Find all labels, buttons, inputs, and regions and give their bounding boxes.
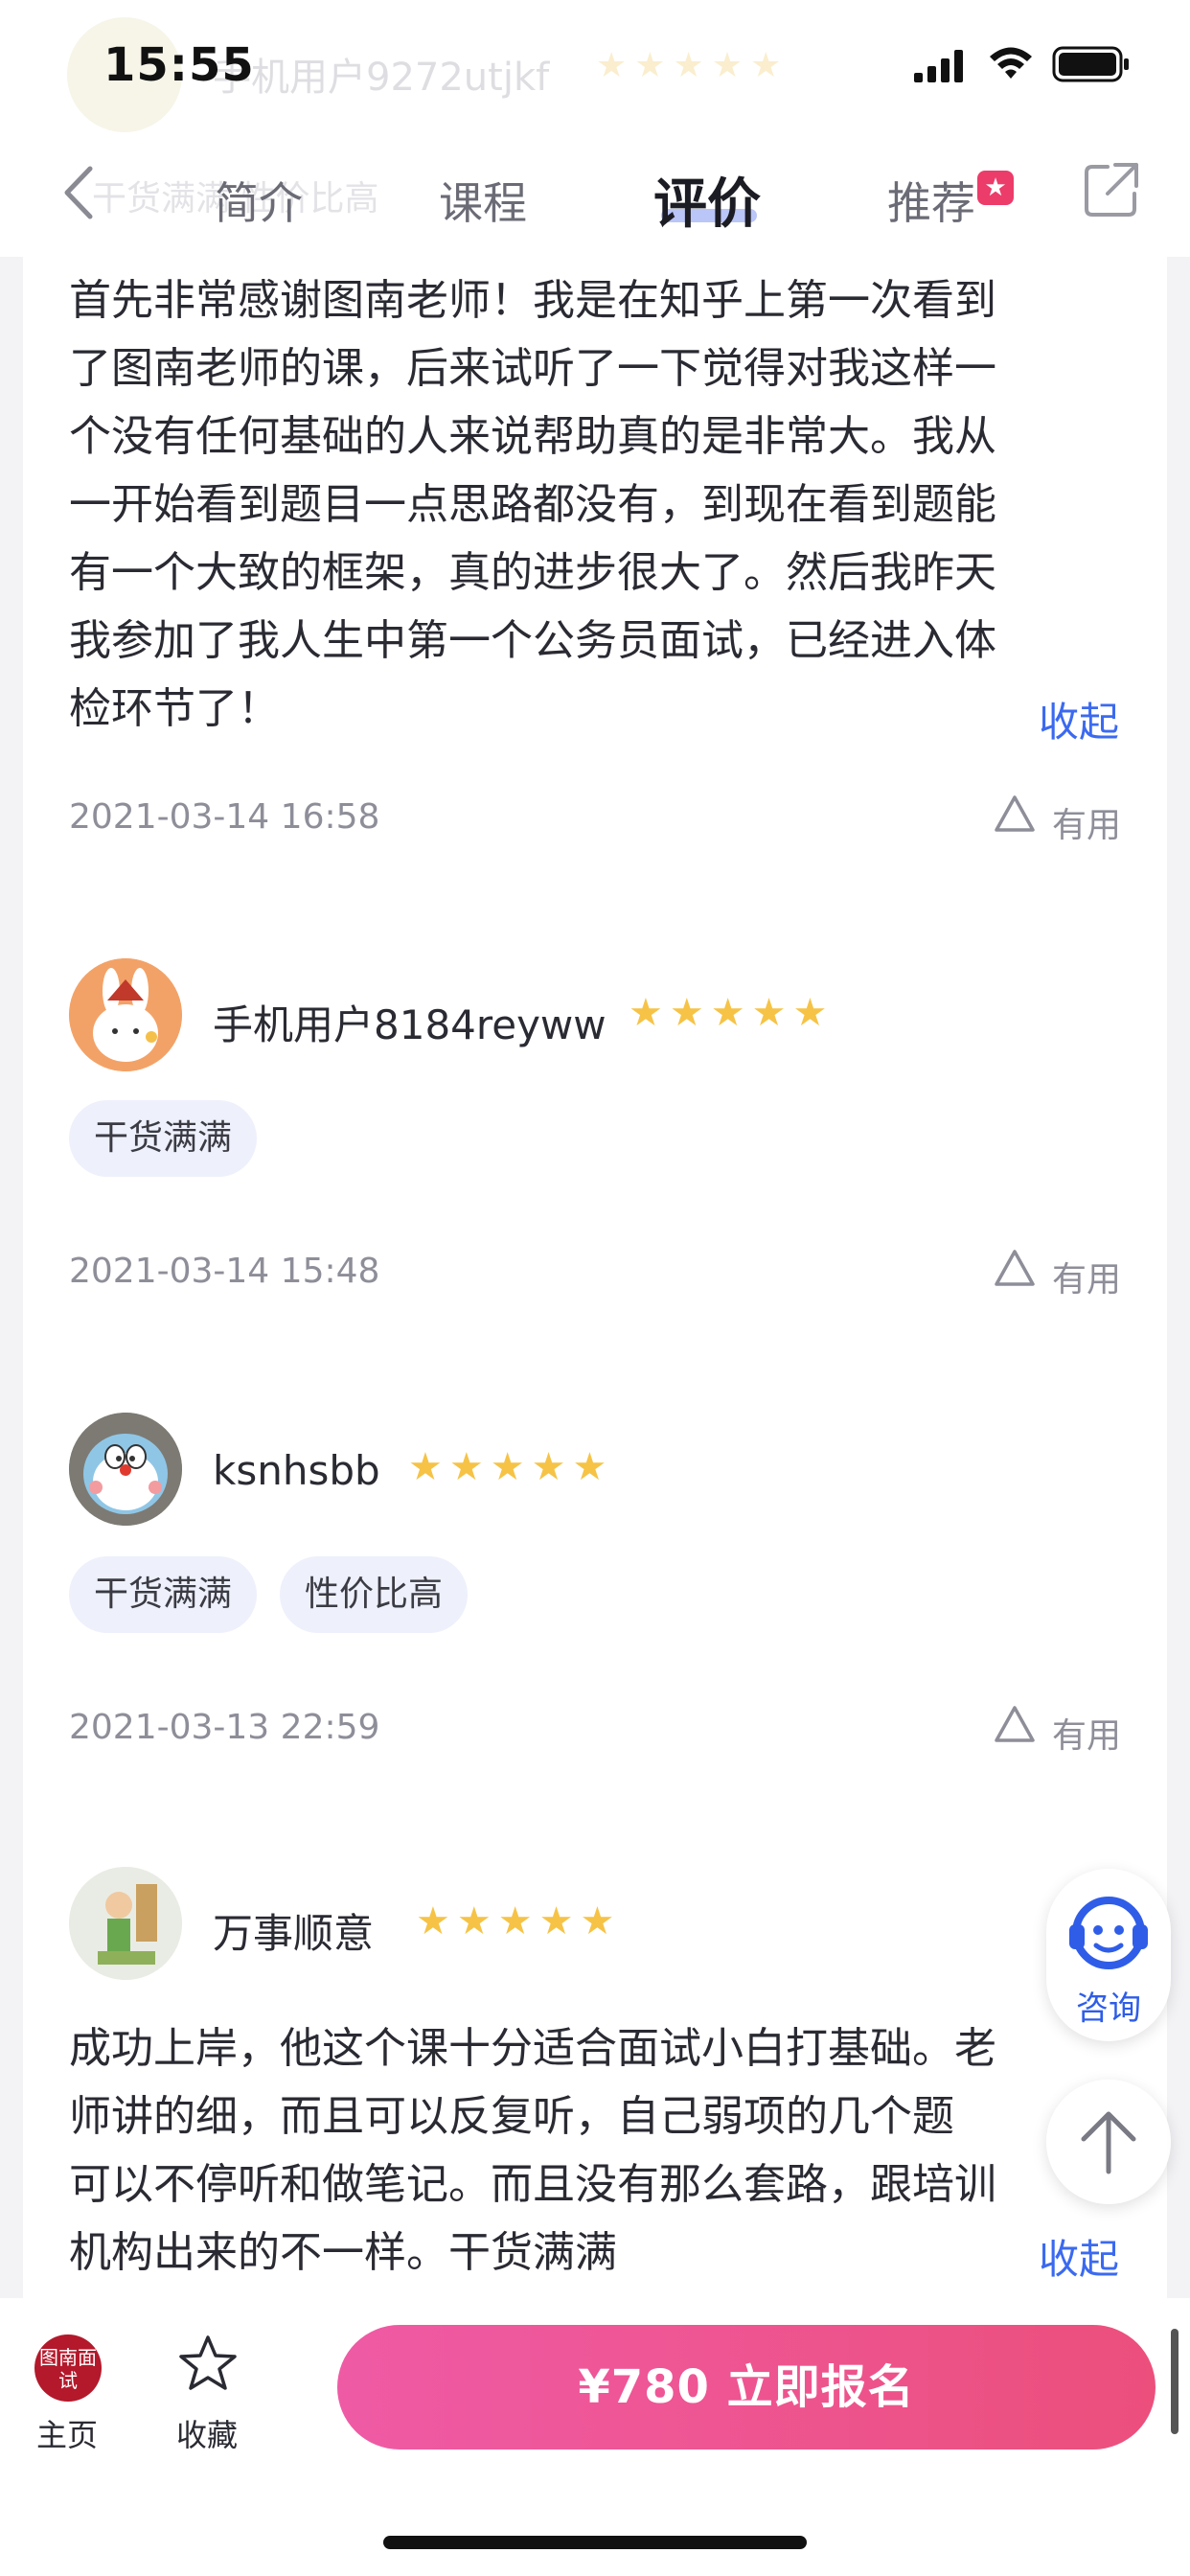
battery-icon	[1052, 46, 1129, 82]
enroll-button[interactable]: ¥780 立即报名	[337, 2325, 1156, 2450]
review-line: 一开始看到题目一点思路都没有，到现在看到题能	[69, 480, 996, 529]
tab-header: 干货满满 性价比高 简介 课程 评价 推荐 ★	[0, 134, 1190, 257]
tab-intro[interactable]: 简介	[215, 169, 303, 232]
avatar[interactable]	[69, 1867, 182, 1980]
tag-chip: 干货满满	[69, 1100, 258, 1177]
triangle-useful-icon[interactable]	[993, 1704, 1037, 1744]
home-label[interactable]: 主页	[36, 2411, 98, 2455]
user-name: 万事顺意	[213, 1910, 375, 1957]
user-name: 手机用户8184reyww	[213, 1001, 606, 1048]
review-line: 首先非常感谢图南老师！我是在知乎上第一次看到	[69, 276, 996, 325]
review-date: 2021-03-14 15:48	[69, 1252, 380, 1291]
status-time: 15:55	[103, 38, 255, 92]
scroll-to-top-button[interactable]	[1046, 2080, 1171, 2204]
review-text: 成功上岸，他这个课十分适合面试小白打基础。老 师讲的细，而且可以反复听，自己弱项…	[69, 2014, 1123, 2287]
consult-button[interactable]: 咨询	[1046, 1869, 1171, 2041]
review-line: 检环节了！	[69, 684, 280, 733]
tab-reviews[interactable]: 评价	[653, 161, 761, 239]
review-line: 可以不停听和做笔记。而且没有那么套路，跟培训	[69, 2160, 996, 2209]
user-name: ksnhsbb	[213, 1447, 380, 1494]
headset-face-icon	[1069, 1897, 1148, 1969]
avatar[interactable]	[69, 958, 182, 1071]
scrollbar[interactable]	[1171, 2329, 1179, 2434]
favorite-label[interactable]: 收藏	[176, 2411, 238, 2455]
avatar[interactable]	[69, 1413, 182, 1526]
status-bar: 手机用户9272utjkf ★★★★★ 15:55	[0, 0, 1190, 134]
doraemon-avatar-image	[69, 1413, 182, 1526]
ghost-user-name: 手机用户9272utjkf	[213, 56, 550, 100]
triangle-useful-icon[interactable]	[993, 794, 1037, 834]
signal-icon	[914, 50, 963, 82]
review-date: 2021-03-13 22:59	[69, 1708, 380, 1747]
wifi-icon	[990, 47, 1032, 79]
review-line: 机构出来的不一样。干货满满	[69, 2228, 617, 2277]
review-line: 成功上岸，他这个课十分适合面试小白打基础。老	[69, 2024, 996, 2073]
review-date: 2021-03-14 16:58	[69, 797, 380, 837]
cartoon-avatar-image	[69, 1867, 182, 1980]
star-rating: ★★★★★	[416, 1899, 622, 1944]
app-root: 手机用户9272utjkf ★★★★★ 15:55 干货满满 性价比高 简介 课…	[0, 0, 1190, 2576]
star-rating: ★★★★★	[408, 1445, 614, 1489]
review-line: 有一个大致的框架，真的进步很大了。然后我昨天	[69, 548, 996, 597]
left-gutter	[0, 257, 23, 2298]
collapse-link[interactable]: 收起	[1039, 2227, 1119, 2286]
collapse-link[interactable]: 收起	[1039, 690, 1119, 748]
review-text: 首先非常感谢图南老师！我是在知乎上第一次看到 了图南老师的课，后来试听了一下觉得…	[69, 266, 1123, 743]
review-line: 我参加了我人生中第一个公务员面试，已经进入体	[69, 616, 996, 665]
useful-label[interactable]: 有用	[1052, 1252, 1121, 1301]
home-indicator[interactable]	[383, 2536, 807, 2549]
tag-chip: 性价比高	[280, 1556, 469, 1633]
review-line: 师讲的细，而且可以反复听，自己弱项的几个题	[69, 2092, 954, 2141]
home-logo[interactable]: 图南面试	[34, 2334, 102, 2402]
star-rating: ★★★★★	[629, 991, 835, 1035]
tab-course[interactable]: 课程	[439, 169, 527, 232]
useful-label[interactable]: 有用	[1052, 1708, 1121, 1758]
ghost-stars: ★★★★★	[596, 46, 790, 85]
triangle-useful-icon[interactable]	[993, 1248, 1037, 1288]
bottom-action-bar: 图南面试 主页 收藏 ¥780 立即报名	[0, 2298, 1190, 2576]
review-line: 了图南老师的课，后来试听了一下觉得对我这样一	[69, 344, 996, 393]
tab-recommend[interactable]: 推荐	[887, 169, 975, 232]
share-icon[interactable]	[1083, 161, 1140, 218]
review-line: 个没有任何基础的人来说帮助真的是非常大。我从	[69, 412, 996, 461]
arrow-up-icon	[1081, 2111, 1136, 2174]
useful-label[interactable]: 有用	[1052, 797, 1121, 847]
hot-badge-icon: ★	[977, 171, 1014, 205]
bunny-avatar-image	[69, 958, 182, 1071]
tag-chip: 干货满满	[69, 1556, 258, 1633]
star-outline-icon[interactable]	[176, 2333, 240, 2396]
consult-label: 咨询	[1076, 1990, 1141, 2028]
